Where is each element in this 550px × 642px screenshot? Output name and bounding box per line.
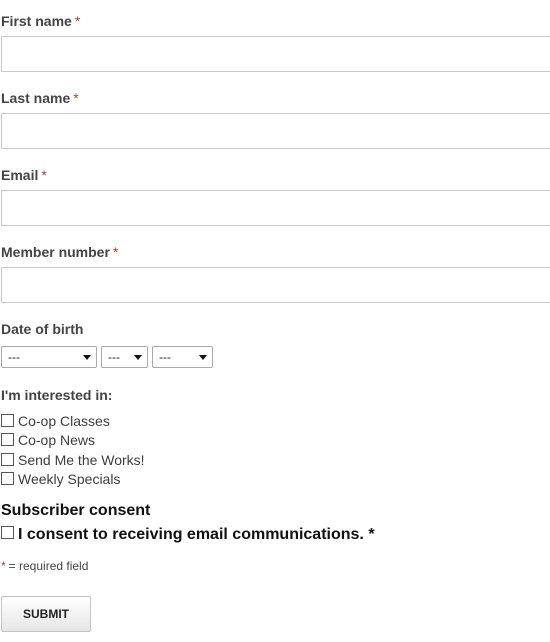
first-name-input[interactable] <box>1 36 550 72</box>
checkbox[interactable] <box>1 472 14 485</box>
interest-option-coop-classes[interactable]: Co-op Classes <box>1 413 110 429</box>
checkbox[interactable] <box>1 414 14 427</box>
email-input[interactable] <box>1 190 550 226</box>
submit-button[interactable]: SUBMIT <box>1 596 91 632</box>
birth-day-select[interactable]: --- <box>101 346 148 368</box>
date-of-birth-label: Date of birth <box>1 321 84 337</box>
first-name-label: First name * <box>1 13 81 29</box>
interest-option-send-me-the-works[interactable]: Send Me the Works! <box>1 452 145 468</box>
consent-checkbox[interactable] <box>1 526 14 539</box>
required-mark: * <box>112 244 119 260</box>
consent-option[interactable]: I consent to receiving email communicati… <box>1 525 375 544</box>
required-mark: * <box>1 559 6 573</box>
checkbox[interactable] <box>1 453 14 466</box>
interest-option-weekly-specials[interactable]: Weekly Specials <box>1 471 120 487</box>
member-number-label: Member number * <box>1 244 119 260</box>
last-name-label: Last name * <box>1 90 79 106</box>
interest-option-coop-news[interactable]: Co-op News <box>1 432 95 448</box>
chevron-down-icon <box>83 355 91 360</box>
email-label: Email * <box>1 167 47 183</box>
member-number-input[interactable] <box>1 267 550 303</box>
required-mark: * <box>74 13 81 29</box>
chevron-down-icon <box>134 355 142 360</box>
chevron-down-icon <box>199 355 207 360</box>
subscriber-consent-title: Subscriber consent <box>1 502 151 519</box>
required-mark: * <box>73 90 79 106</box>
interests-label: I'm interested in: <box>1 387 113 403</box>
checkbox[interactable] <box>1 433 14 446</box>
last-name-input[interactable] <box>1 113 550 149</box>
birth-month-select[interactable]: --- <box>1 346 97 368</box>
required-mark: * <box>41 167 47 183</box>
birth-year-select[interactable]: --- <box>152 346 213 368</box>
required-field-legend: * = required field <box>1 559 89 573</box>
